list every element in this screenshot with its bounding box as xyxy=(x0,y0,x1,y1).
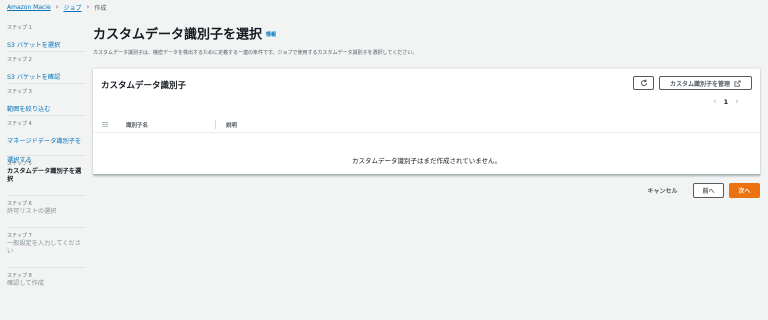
panel-divider xyxy=(93,174,760,175)
step-link-refine-scope[interactable]: 範囲を絞り込む xyxy=(7,106,50,113)
page-number[interactable]: 1 xyxy=(724,98,729,106)
wizard-step-3: ステップ 3 範囲を絞り込む xyxy=(7,84,85,116)
page-title: カスタムデータ識別子を選択 情報 xyxy=(93,27,276,44)
step-current-custom-identifiers: カスタムデータ識別子を選択 xyxy=(7,168,82,183)
column-identifier-name[interactable]: 識別子名 xyxy=(126,121,148,129)
refresh-button[interactable] xyxy=(633,76,654,90)
column-description[interactable]: 説明 xyxy=(226,121,237,129)
previous-button[interactable]: 前へ xyxy=(693,183,724,198)
empty-state-message: カスタムデータ識別子はまだ作成されていません。 xyxy=(351,157,502,165)
step-number: ステップ 5 xyxy=(7,161,32,167)
step-general-settings: 一般設定を入力してください xyxy=(7,240,81,255)
wizard-step-5: ステップ 5 カスタムデータ識別子を選択 xyxy=(7,156,85,196)
wizard-step-2: ステップ 2 S3 バケットを確認 xyxy=(7,52,85,84)
table-header: 識別子名 説明 xyxy=(93,117,760,133)
next-button[interactable]: 次へ xyxy=(729,183,760,198)
breadcrumb-macie-link[interactable]: Amazon Macie xyxy=(7,4,51,11)
step-number: ステップ 6 xyxy=(7,201,32,207)
breadcrumb: Amazon Macie › ジョブ › 作成 xyxy=(7,3,107,12)
wizard-step-6: ステップ 6 許可リストの選択 xyxy=(7,196,85,228)
wizard-step-8: ステップ 8 確認して作成 xyxy=(7,268,85,300)
wizard-step-1: ステップ 1 S3 バケットを選択 xyxy=(7,20,85,52)
step-number: ステップ 4 xyxy=(7,121,32,127)
external-link-icon xyxy=(734,79,741,87)
step-number: ステップ 2 xyxy=(7,57,32,63)
custom-identifiers-panel: カスタムデータ識別子 カスタム識別子を管理 ‹ 1 › 識別子名 説明 カスタム… xyxy=(93,68,760,175)
chevron-right-icon: › xyxy=(86,3,90,11)
step-link-s3-review[interactable]: S3 バケットを確認 xyxy=(7,74,60,81)
manage-button-label: カスタム識別子を管理 xyxy=(669,81,730,88)
wizard-step-4: ステップ 4 マネージドデータ識別子を選択する xyxy=(7,116,85,164)
step-number: ステップ 7 xyxy=(7,233,32,239)
page-title-text: カスタムデータ識別子を選択 xyxy=(93,27,263,43)
breadcrumb-jobs-link[interactable]: ジョブ xyxy=(63,3,81,12)
wizard-steps: ステップ 1 S3 バケットを選択 ステップ 2 S3 バケットを確認 ステップ… xyxy=(7,20,85,300)
chevron-right-icon: › xyxy=(55,3,59,11)
info-link[interactable]: 情報 xyxy=(266,32,276,38)
page-description: カスタムデータ識別子は、機密データを検出するために定義する一連の条件です。ジョブ… xyxy=(93,50,418,56)
wizard-step-7: ステップ 7 一般設定を入力してください xyxy=(7,228,85,268)
step-number: ステップ 3 xyxy=(7,89,32,95)
next-page-icon[interactable]: › xyxy=(735,97,739,107)
column-divider[interactable] xyxy=(215,120,216,129)
pagination: ‹ 1 › xyxy=(713,97,739,107)
step-number: ステップ 1 xyxy=(7,25,32,31)
previous-page-icon[interactable]: ‹ xyxy=(713,97,717,107)
breadcrumb-current: 作成 xyxy=(94,4,107,12)
manage-custom-identifiers-button[interactable]: カスタム識別子を管理 xyxy=(659,76,752,90)
step-allow-lists: 許可リストの選択 xyxy=(7,208,57,215)
step-link-s3-select[interactable]: S3 バケットを選択 xyxy=(7,42,60,49)
cancel-button[interactable]: キャンセル xyxy=(640,183,685,198)
refresh-icon xyxy=(640,79,647,87)
panel-header: カスタムデータ識別子 xyxy=(101,81,187,91)
step-number: ステップ 8 xyxy=(7,273,32,279)
column-selector-icon xyxy=(102,122,108,127)
step-review-create: 確認して作成 xyxy=(7,280,44,287)
